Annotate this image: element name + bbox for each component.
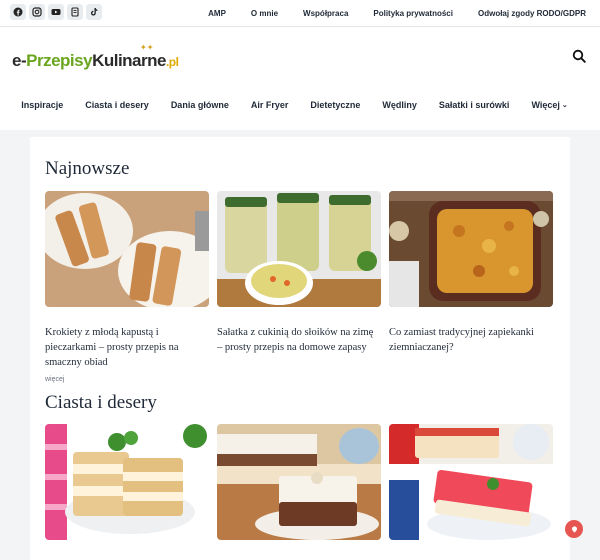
main-nav: Inspiracje Ciasta i desery Dania główne … (0, 100, 600, 110)
nav-label: Dietetyczne (310, 100, 361, 110)
logo-prefix: e- (12, 51, 27, 70)
post-card[interactable] (217, 424, 381, 540)
top-link-about[interactable]: O mnie (251, 9, 278, 18)
nav-label: Inspiracje (21, 100, 64, 110)
nav-item-salatki[interactable]: Sałatki i surówki (428, 100, 521, 110)
post-image-layer-cake[interactable] (217, 424, 381, 540)
nav-item-dania[interactable]: Dania główne (160, 100, 240, 110)
logo-sparkle-icon: ✦✦ (140, 43, 154, 52)
section-title-cakes: Ciasta i desery (45, 392, 157, 413)
post-card[interactable] (389, 424, 553, 540)
chevron-down-icon: ⌄ (561, 102, 568, 109)
nav-label: Ciasta i desery (85, 100, 149, 110)
post-title[interactable]: Sałatka z cukinią do słoików na zimę – p… (217, 325, 381, 355)
youtube-icon[interactable] (48, 4, 64, 20)
post-card[interactable] (45, 424, 209, 540)
post-image-zucchini-salad[interactable] (217, 191, 381, 307)
search-icon[interactable] (572, 49, 586, 63)
newest-posts: Krokiety z młodą kapustą i pieczarkami –… (45, 191, 553, 383)
post-title[interactable]: Co zamiast tradycyjnej zapiekanki ziemni… (389, 325, 553, 355)
main-content: Najnowsze Krokiety z młodą kapustą i pie… (30, 137, 570, 560)
logo-domain: .pl (165, 55, 179, 69)
site-header: e-PrzepisyKulinarne.pl ✦✦ Inspiracje Cia… (0, 27, 600, 130)
nav-label: Więcej (531, 100, 560, 110)
post-title[interactable]: Krokiety z młodą kapustą i pieczarkami –… (45, 325, 209, 370)
section-title-newest: Najnowsze (45, 158, 130, 179)
post-image-casserole[interactable] (389, 191, 553, 307)
nav-item-ciasta[interactable]: Ciasta i desery (74, 100, 160, 110)
tiktok-icon[interactable] (86, 4, 102, 20)
post-card[interactable]: Sałatka z cukinią do słoików na zimę – p… (217, 191, 381, 383)
nav-label: Air Fryer (250, 100, 289, 110)
top-link-privacy[interactable]: Polityka prywatności (373, 9, 453, 18)
post-image-jelly-cheesecake[interactable] (389, 424, 553, 540)
logo-przepisy: Przepisy (26, 51, 93, 70)
site-logo[interactable]: e-PrzepisyKulinarne.pl (12, 51, 179, 71)
post-card[interactable]: Co zamiast tradycyjnej zapiekanki ziemni… (389, 191, 553, 383)
top-link-amp[interactable]: AMP (208, 9, 226, 18)
facebook-icon[interactable] (10, 4, 26, 20)
post-meta[interactable]: więcej (45, 376, 209, 383)
nav-item-wedliny[interactable]: Wędliny (371, 100, 428, 110)
consent-button[interactable] (565, 520, 583, 538)
nav-item-airfryer[interactable]: Air Fryer (240, 100, 300, 110)
post-card[interactable]: Krokiety z młodą kapustą i pieczarkami –… (45, 191, 209, 383)
post-image-croquettes[interactable] (45, 191, 209, 307)
mix-icon[interactable] (67, 4, 83, 20)
nav-item-inspiracje[interactable]: Inspiracje (21, 100, 74, 110)
post-image-cream-cake[interactable] (45, 424, 209, 540)
logo-kulinarne: Kulinarne (92, 51, 166, 70)
cakes-posts (45, 424, 553, 540)
instagram-icon[interactable] (29, 4, 45, 20)
nav-item-wiecej[interactable]: Więcej ⌄ (520, 100, 578, 110)
nav-item-dietetyczne[interactable]: Dietetyczne (299, 100, 371, 110)
top-links: AMP O mnie Współpraca Polityka prywatnoś… (208, 9, 586, 18)
nav-label: Dania główne (170, 100, 229, 110)
top-link-gdpr[interactable]: Odwołaj zgody RODO/GDPR (478, 9, 586, 18)
top-link-cooperation[interactable]: Współpraca (303, 9, 348, 18)
top-bar: AMP O mnie Współpraca Polityka prywatnoś… (0, 0, 600, 27)
social-links (10, 4, 102, 20)
nav-label: Wędliny (382, 100, 417, 110)
nav-label: Sałatki i surówki (438, 100, 510, 110)
